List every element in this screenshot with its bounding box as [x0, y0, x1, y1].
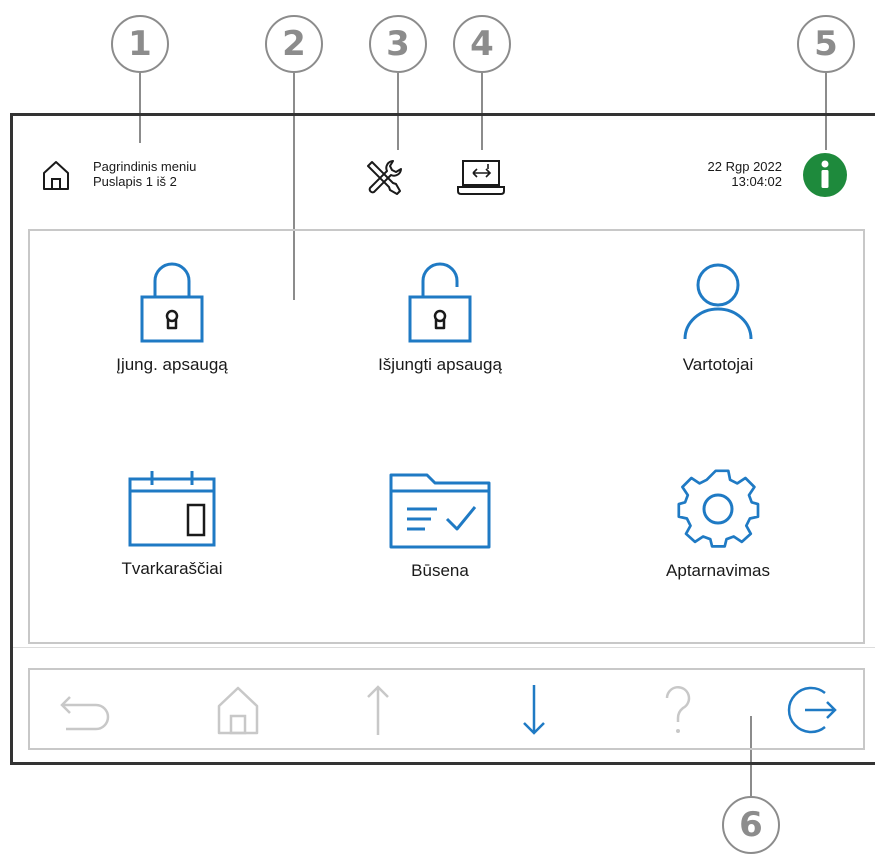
tile-arm[interactable]: Įjung. apsaugą [62, 259, 282, 375]
tile-label: Būsena [411, 561, 469, 580]
tile-label: Vartotojai [682, 355, 754, 374]
tile-users[interactable]: Vartotojai [608, 259, 828, 375]
page-info: Puslapis 1 iš 2 [93, 174, 177, 189]
tile-service[interactable]: Aptarnavimas [608, 467, 828, 581]
tile-schedules[interactable]: Tvarkaraščiai [62, 469, 282, 579]
main-menu-panel: Įjung. apsaugą Išjungti apsaugą Vartotoj… [28, 229, 865, 644]
back-button[interactable] [56, 682, 116, 738]
callout-6: 6 [722, 796, 780, 854]
info-icon[interactable] [802, 152, 848, 198]
tile-label: Išjungti apsaugą [378, 355, 502, 374]
date-display: 22 Rgp 2022 [707, 159, 782, 174]
time-display: 13:04:02 [731, 174, 782, 189]
home-icon [217, 686, 259, 735]
tile-label: Tvarkaraščiai [121, 559, 223, 578]
lock-open-icon [408, 262, 472, 343]
callout-2: 2 [265, 15, 323, 73]
calendar-icon [128, 471, 216, 547]
callout-5: 5 [797, 15, 855, 73]
callout-3: 3 [369, 15, 427, 73]
logout-icon [787, 686, 837, 734]
up-button[interactable] [348, 682, 408, 738]
help-icon [665, 685, 691, 733]
down-button[interactable] [504, 682, 564, 738]
arrow-up-icon [367, 685, 389, 735]
arrow-down-icon [523, 685, 545, 735]
tools-icon[interactable] [363, 157, 403, 197]
gear-icon [677, 469, 760, 548]
callout-1: 1 [111, 15, 169, 73]
home-button[interactable] [208, 682, 268, 738]
help-button[interactable] [648, 682, 708, 738]
divider [13, 647, 875, 648]
bottom-nav-bar [28, 668, 865, 750]
logout-button[interactable] [782, 682, 842, 738]
tile-disarm[interactable]: Išjungti apsaugą [330, 259, 550, 375]
tile-label: Aptarnavimas [666, 561, 770, 580]
home-icon[interactable] [40, 158, 72, 192]
user-icon [683, 263, 753, 340]
callout-4: 4 [453, 15, 511, 73]
tile-status[interactable]: Būsena [330, 471, 550, 581]
lock-closed-icon [140, 262, 204, 343]
laptop-transfer-icon[interactable] [455, 157, 507, 197]
menu-title: Pagrindinis meniu [93, 159, 197, 174]
folder-check-icon [389, 473, 491, 549]
tile-label: Įjung. apsaugą [116, 355, 228, 374]
back-icon [60, 696, 110, 731]
